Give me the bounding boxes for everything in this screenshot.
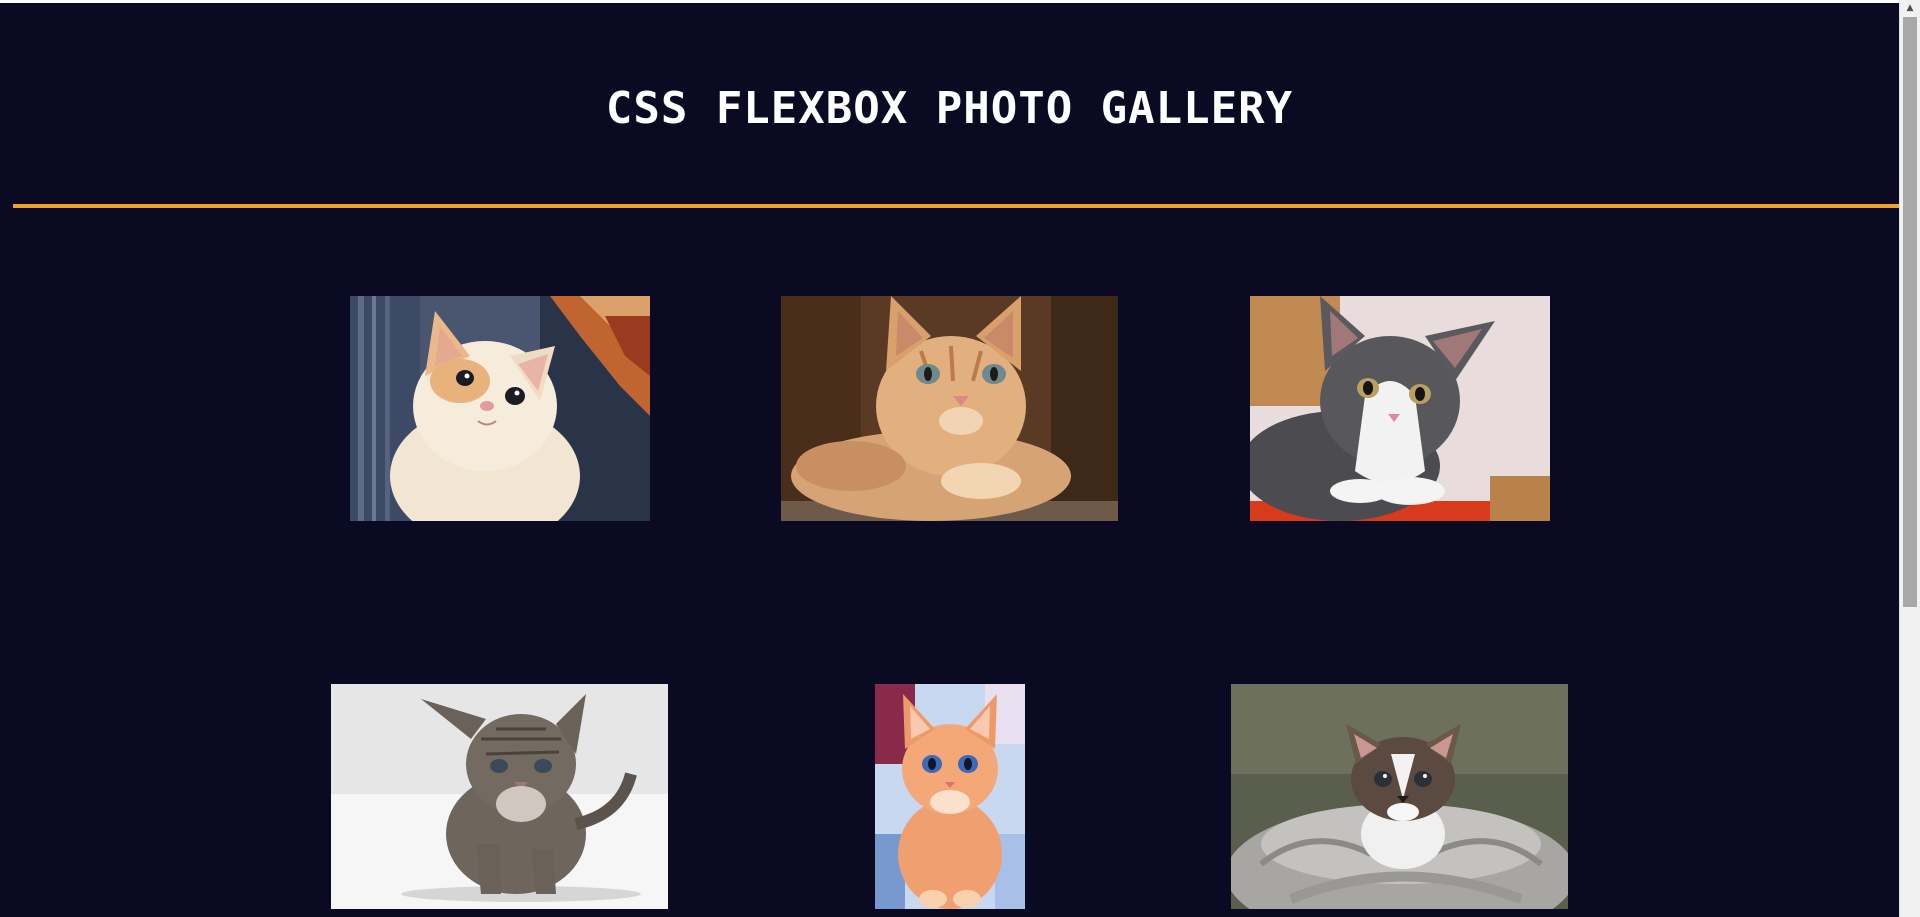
kitten-photo-icon [781,296,1118,521]
gallery-photo-kitten-tabby-white-bg[interactable] [331,684,668,909]
header-divider [13,204,1899,208]
gallery-photo-kitten-orange-tabby[interactable] [781,296,1118,521]
page-title: CSS FLEXBOX PHOTO GALLERY [605,83,1294,134]
page-body: CSS FLEXBOX PHOTO GALLERY [0,3,1899,917]
scroll-up-arrow-icon[interactable]: ▲ [1900,0,1920,17]
kitten-photo-icon [875,684,1025,909]
kitten-photo-icon [1250,296,1550,521]
kitten-photo-icon [331,684,668,909]
kitten-photo-icon [1231,684,1568,909]
kitten-photo-icon [350,296,650,521]
gallery-photo-kitten-gray-white[interactable] [1250,296,1550,521]
gallery-photo-kitten-in-towel[interactable] [1231,684,1568,909]
page-header: CSS FLEXBOX PHOTO GALLERY [0,3,1899,203]
gallery-photo-kitten-orange-painting[interactable] [875,684,1025,909]
vertical-scrollbar[interactable]: ▲ [1899,0,1920,917]
gallery-photo-kitten-cream[interactable] [350,296,650,521]
scrollbar-thumb[interactable] [1903,17,1917,607]
